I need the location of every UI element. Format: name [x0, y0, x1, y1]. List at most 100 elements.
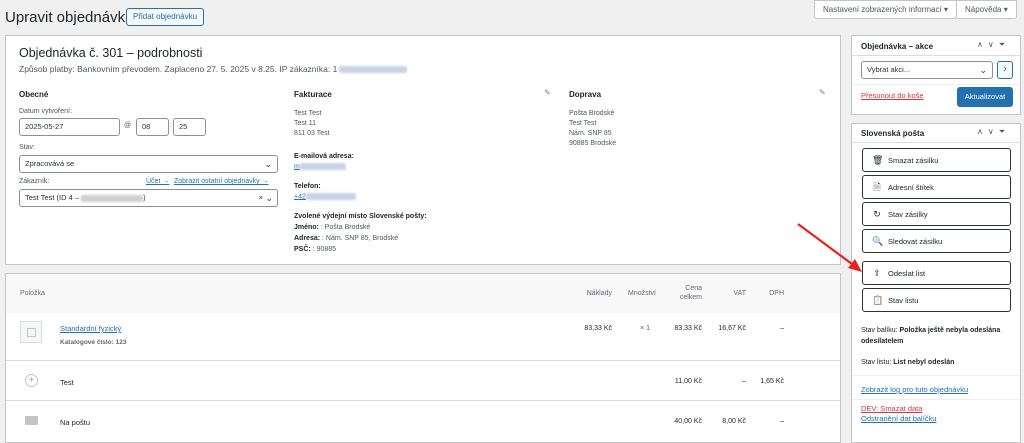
sheet-status-button[interactable]: 📋 Stav listu	[862, 288, 1011, 312]
action-select[interactable]: Vybrat akci... ⌄	[861, 61, 993, 79]
col-qty: Množství	[627, 290, 656, 297]
customer-profile-link[interactable]: Účet →	[146, 178, 169, 185]
general-heading: Obecné	[19, 90, 49, 99]
add-order-button[interactable]: Přidat objednávku	[126, 8, 205, 26]
order-actions-controls[interactable]: ∧∨⏷	[977, 40, 1010, 50]
pickup-name-label: Jméno:	[294, 224, 319, 231]
address-label-button[interactable]: 🗎 Adresní štítek	[862, 175, 1011, 199]
chevron-down-icon: ⌄	[979, 65, 987, 75]
pickup-address-value: : Nám. SNP 85, Brodské	[320, 235, 399, 242]
minute-input[interactable]: 25	[173, 118, 206, 136]
customer-select[interactable]: Test Test (ID 4 – ) × ⌄	[19, 189, 278, 207]
dev-delete-data-link[interactable]: DEV: Smazat data	[861, 404, 922, 413]
col-total-line1: Cena	[685, 285, 702, 292]
action-select-value: Vybrat akci...	[867, 65, 911, 74]
pickup-address: Adresa: : Nám. SNP 85, Brodské	[294, 234, 398, 244]
billing-line-3: 811 03 Test	[294, 130, 330, 137]
order-meta-text: Způsob platby: Bankovním převodem. Zapla…	[19, 64, 338, 74]
box-divider	[852, 55, 1020, 56]
view-log-link[interactable]: Zobrazit log pro tuto objednávku	[861, 385, 968, 394]
shipping-name: Na poštu	[60, 418, 91, 427]
refresh-icon: ↻	[873, 209, 881, 219]
search-icon: 🔍	[872, 236, 884, 246]
redacted-email	[81, 194, 144, 202]
delete-shipment-label: Smazat zásilku	[888, 156, 939, 165]
fee-icon: +	[25, 374, 38, 387]
email-label: E-mailová adresa:	[294, 153, 354, 160]
phone-label: Telefon:	[294, 183, 321, 190]
billing-address: Test Test Test 11 811 03 Test	[294, 109, 330, 139]
shipping-line-2: Test Test	[569, 120, 597, 127]
box-divider	[852, 142, 1020, 143]
pickup-zip-label: PSČ:	[294, 246, 311, 253]
shipment-status-button[interactable]: ↻ Stav zásilky	[862, 202, 1011, 226]
customer-label: Zákazník:	[19, 178, 50, 185]
clipboard-icon: 📋	[872, 295, 884, 305]
fee-vat: –	[742, 378, 746, 385]
billing-heading: Fakturace	[294, 90, 332, 99]
shipping-heading: Doprava	[569, 90, 602, 99]
pickup-address-label: Adresa:	[294, 235, 321, 242]
row-divider	[6, 360, 840, 361]
sheet-status-value: List nebyl odeslán	[893, 359, 955, 366]
order-actions-heading: Objednávka – akce	[861, 42, 934, 51]
order-heading: Objednávka č. 301 – podrobnosti	[19, 46, 203, 60]
update-button[interactable]: Aktualizovat	[957, 87, 1013, 107]
redacted-phone	[305, 193, 356, 200]
product-name-link[interactable]: Standardní fyzický	[60, 324, 121, 333]
at-label: @	[124, 122, 132, 129]
slovak-post-heading: Slovenská pošta	[861, 129, 925, 138]
page-title: Upravit objednávku	[5, 9, 134, 26]
colon-label: :	[170, 122, 172, 129]
delete-shipment-button[interactable]: 🗑 Smazat zásilku	[862, 148, 1011, 172]
other-orders-link[interactable]: Zobrazit ostatní objednávky →	[174, 178, 269, 185]
shipment-status-label: Stav zásilky	[888, 210, 928, 219]
col-dph: DPH	[769, 290, 784, 297]
date-label: Datum vytvoření:	[19, 108, 72, 115]
order-meta: Způsob platby: Bankovním převodem. Zapla…	[19, 64, 408, 74]
row-cost: 83,33 Kč	[584, 325, 612, 332]
edit-shipping-icon[interactable]: ✎	[819, 88, 826, 97]
pickup-zip-value: : 90885	[310, 246, 337, 253]
send-sheet-button[interactable]: ⇪ Odeslat list	[862, 261, 1011, 285]
sheet-status-text-label: Stav listu:	[861, 359, 894, 366]
send-sheet-label: Odeslat list	[888, 269, 926, 278]
screen-options-button[interactable]: Nastavení zobrazených informací ▾	[814, 0, 957, 19]
email-link[interactable]: m	[294, 163, 346, 170]
slovak-post-controls[interactable]: ∧∨⏷	[977, 127, 1010, 137]
apply-action-button[interactable]: ›	[997, 61, 1013, 79]
fee-total: 11,00 Kč	[674, 378, 702, 385]
fee-name: Test	[60, 378, 74, 387]
phone-value: +42	[294, 193, 306, 201]
col-total-line2: celkem	[679, 294, 702, 301]
col-cost: Náklady	[586, 290, 612, 297]
phone-link[interactable]: +42	[294, 193, 356, 200]
sheet-status: Stav listu: List nebyl odeslán	[861, 358, 954, 368]
col-item: Položka	[20, 290, 45, 297]
package-status-label: Stav balíku:	[861, 327, 900, 334]
pickup-name-value: : Pošta Brodské	[318, 224, 371, 231]
status-value: Zpracovává se	[25, 159, 75, 168]
fee-dph: 1,65 Kč	[760, 378, 784, 385]
remove-package-data-link[interactable]: Odstranění dat balíčku	[861, 414, 936, 423]
billing-line-1: Test Test	[294, 110, 322, 117]
track-shipment-button[interactable]: 🔍 Sledovat zásilku	[862, 229, 1011, 253]
pickup-name: Jméno: : Pošta Brodské	[294, 223, 370, 233]
product-sku: Katalogové číslo: 123	[60, 339, 127, 346]
status-select[interactable]: Zpracovává se ⌄	[19, 155, 278, 173]
track-shipment-label: Sledovat zásilku	[888, 237, 943, 246]
help-button[interactable]: Nápověda ▾	[956, 0, 1017, 19]
status-label: Stav:	[19, 144, 35, 151]
col-total: Cena celkem	[660, 284, 702, 302]
redacted-ip	[339, 66, 408, 74]
edit-billing-icon[interactable]: ✎	[544, 88, 551, 97]
image-placeholder-icon	[27, 328, 36, 337]
hour-input[interactable]: 08	[136, 118, 169, 136]
row-divider	[6, 400, 840, 401]
shipping-line-1: Pošta Brodské	[569, 110, 615, 117]
clear-customer-icon[interactable]: ×	[259, 190, 263, 206]
date-input[interactable]: 2025-05-27	[19, 118, 120, 136]
address-label-label: Adresní štítek	[888, 183, 934, 192]
billing-line-2: Test 11	[294, 120, 317, 127]
move-to-trash-link[interactable]: Přesunout do koše	[861, 91, 924, 100]
